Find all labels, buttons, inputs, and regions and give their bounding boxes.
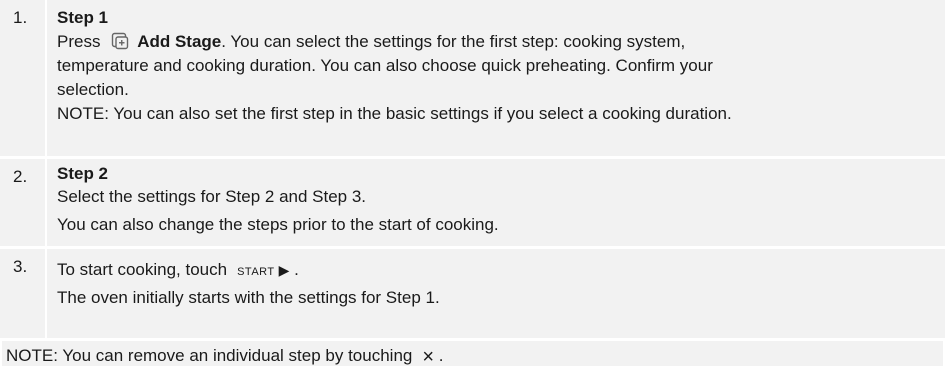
cell-border bbox=[0, 341, 2, 366]
step-line: Press Add Stage. You can select the sett… bbox=[57, 30, 931, 54]
step-content: Step 1 Press Add Stage. You can select t… bbox=[57, 6, 931, 126]
step-note-line: NOTE: You can also set the first step in… bbox=[57, 104, 732, 123]
add-stage-icon bbox=[112, 32, 129, 50]
step-number: 2. bbox=[13, 167, 28, 186]
step-row-3: 3. To start cooking, touch START ▶ . The o… bbox=[0, 249, 945, 338]
note-content: NOTE: You can remove an individual step … bbox=[6, 344, 931, 369]
note-text: NOTE: You can remove an individual step … bbox=[6, 346, 413, 365]
step-title: Step 1 bbox=[57, 8, 109, 27]
press-word: Press bbox=[57, 32, 101, 51]
step-number-cell: 2. bbox=[0, 159, 47, 246]
step-number-cell: 1. bbox=[0, 0, 47, 156]
step-number-cell: 3. bbox=[0, 249, 47, 338]
step-line: Select the settings for Step 2 and Step … bbox=[57, 187, 367, 206]
step-line: selection. bbox=[57, 80, 129, 99]
step-text: . bbox=[294, 260, 299, 279]
close-icon: × bbox=[422, 346, 435, 368]
step-text: . You can select the settings for the fi… bbox=[221, 32, 686, 51]
step-content: Step 2 Select the settings for Step 2 an… bbox=[57, 164, 931, 237]
step-line: The oven initially starts with the setti… bbox=[57, 288, 440, 307]
step-title: Step 2 bbox=[57, 164, 109, 183]
note-text-end: . bbox=[438, 346, 444, 365]
note-row: NOTE: You can remove an individual step … bbox=[0, 341, 945, 369]
play-icon: ▶ bbox=[278, 262, 290, 278]
start-label: START bbox=[237, 266, 275, 278]
step-text: To start cooking, touch bbox=[57, 260, 228, 279]
step-row-1: 1. Step 1 Press Add Stage. You can selec… bbox=[0, 0, 945, 156]
step-line: temperature and cooking duration. You ca… bbox=[57, 56, 713, 75]
step-number: 1. bbox=[13, 8, 28, 27]
step-row-2: 2. Step 2 Select the settings for Step 2… bbox=[0, 159, 945, 246]
step-line: To start cooking, touch START ▶ . bbox=[57, 257, 931, 285]
step-number: 3. bbox=[13, 257, 28, 276]
add-stage-label: Add Stage bbox=[137, 32, 222, 51]
step-content: To start cooking, touch START ▶ . The oven… bbox=[57, 257, 931, 311]
step-line: You can also change the steps prior to t… bbox=[57, 215, 499, 234]
